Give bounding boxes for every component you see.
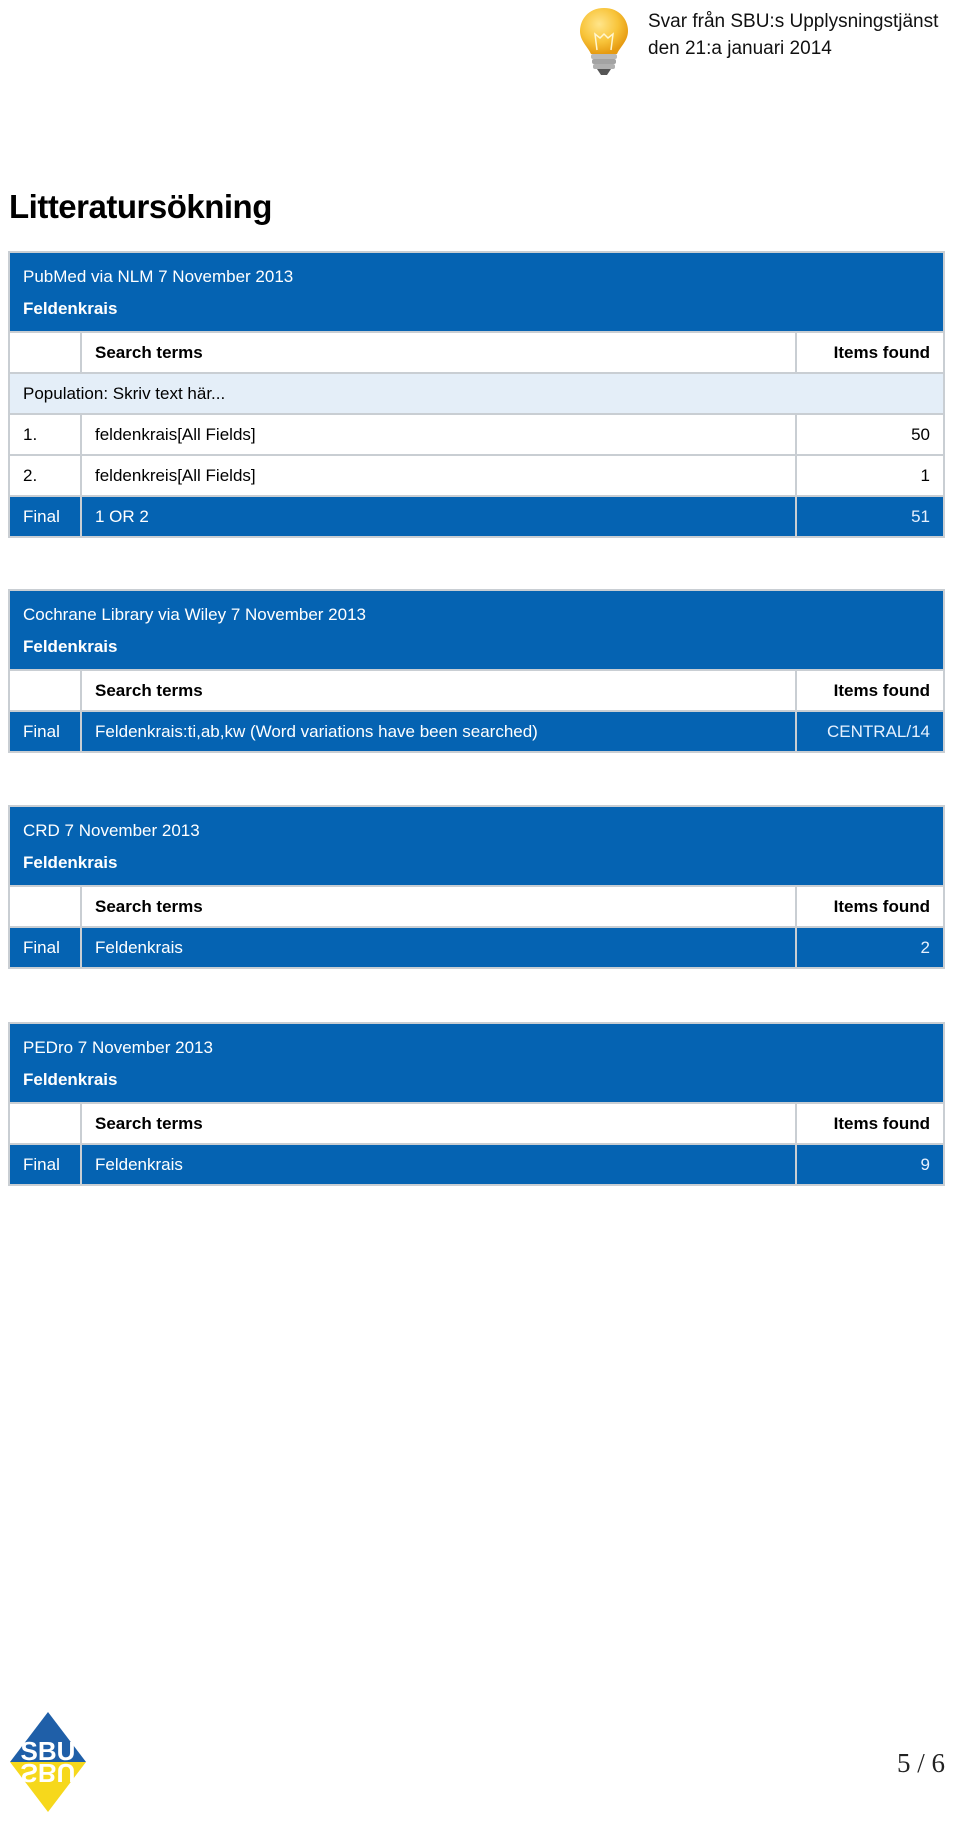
column-header-row: Search terms Items found — [10, 331, 943, 372]
final-label: Final — [10, 928, 82, 967]
column-header-number — [10, 887, 82, 926]
table-header-band: CRD 7 November 2013 Feldenkrais — [10, 807, 943, 885]
final-search-term: Feldenkrais — [82, 1145, 797, 1184]
search-topic: Feldenkrais — [23, 853, 118, 872]
row-items-found: 1 — [920, 465, 930, 485]
column-header-search-terms: Search terms — [82, 1104, 797, 1143]
column-header-search-terms: Search terms — [82, 671, 797, 710]
population-row: Population: Skriv text här... — [10, 372, 943, 413]
row-search-term: feldenkreis[All Fields] — [82, 456, 797, 495]
final-search-term: 1 OR 2 — [82, 497, 797, 536]
search-table-pedro: PEDro 7 November 2013 Feldenkrais Search… — [8, 1022, 945, 1186]
page-number: 5 / 6 — [896, 1748, 945, 1778]
table-row: 2. feldenkreis[All Fields] 1 — [10, 454, 943, 495]
database-name: CRD 7 November 2013 — [23, 821, 200, 840]
sbu-logo-icon: SBU SBU — [10, 1712, 86, 1812]
search-table-crd: CRD 7 November 2013 Feldenkrais Search t… — [8, 805, 945, 969]
final-row: Final Feldenkrais:ti,ab,kw (Word variati… — [10, 710, 943, 751]
column-header-number — [10, 671, 82, 710]
final-label: Final — [10, 712, 82, 751]
column-header-number — [10, 1104, 82, 1143]
final-items-found: 51 — [911, 506, 930, 526]
database-name: Cochrane Library via Wiley 7 November 20… — [23, 605, 366, 624]
table-header-band: PubMed via NLM 7 November 2013 Feldenkra… — [10, 253, 943, 331]
column-header-items-found: Items found — [833, 342, 930, 362]
population-text: Population: Skriv text här... — [23, 383, 226, 403]
final-row: Final 1 OR 2 51 — [10, 495, 943, 536]
column-header-number — [10, 333, 82, 372]
row-search-term: feldenkrais[All Fields] — [82, 415, 797, 454]
search-topic: Feldenkrais — [23, 1070, 118, 1089]
column-header-row: Search terms Items found — [10, 669, 943, 710]
column-header-items-found: Items found — [833, 1113, 930, 1133]
column-header-items-found: Items found — [833, 896, 930, 916]
row-items-found: 50 — [911, 424, 930, 444]
header-line-1: Svar från SBU:s Upplysningstjänst — [648, 11, 939, 32]
column-header-items-found: Items found — [833, 680, 930, 700]
final-search-term: Feldenkrais — [82, 928, 797, 967]
row-number: 1. — [10, 415, 82, 454]
table-header-band: Cochrane Library via Wiley 7 November 20… — [10, 591, 943, 669]
search-topic: Feldenkrais — [23, 299, 118, 318]
search-table-cochrane: Cochrane Library via Wiley 7 November 20… — [8, 589, 945, 753]
column-header-search-terms: Search terms — [82, 333, 797, 372]
svg-text:SBU: SBU — [21, 1758, 76, 1788]
page-title: Litteratursökning — [9, 188, 272, 225]
report-header: Svar från SBU:s Upplysningstjänst den 21… — [648, 8, 938, 62]
final-label: Final — [10, 497, 82, 536]
database-name: PEDro 7 November 2013 — [23, 1038, 213, 1057]
table-row: 1. feldenkrais[All Fields] 50 — [10, 413, 943, 454]
search-topic: Feldenkrais — [23, 637, 118, 656]
final-search-term: Feldenkrais:ti,ab,kw (Word variations ha… — [82, 712, 797, 751]
column-header-row: Search terms Items found — [10, 885, 943, 926]
column-header-search-terms: Search terms — [82, 887, 797, 926]
final-label: Final — [10, 1145, 82, 1184]
final-items-found: 9 — [920, 1154, 930, 1174]
header-line-2: den 21:a januari 2014 — [648, 38, 832, 59]
final-row: Final Feldenkrais 2 — [10, 926, 943, 967]
table-header-band: PEDro 7 November 2013 Feldenkrais — [10, 1024, 943, 1102]
search-table-pubmed: PubMed via NLM 7 November 2013 Feldenkra… — [8, 251, 945, 538]
database-name: PubMed via NLM 7 November 2013 — [23, 267, 294, 286]
row-number: 2. — [10, 456, 82, 495]
lightbulb-icon — [580, 8, 628, 75]
final-row: Final Feldenkrais 9 — [10, 1143, 943, 1184]
column-header-row: Search terms Items found — [10, 1102, 943, 1143]
final-items-found: 2 — [920, 937, 930, 957]
final-items-found: CENTRAL/14 — [827, 721, 930, 741]
